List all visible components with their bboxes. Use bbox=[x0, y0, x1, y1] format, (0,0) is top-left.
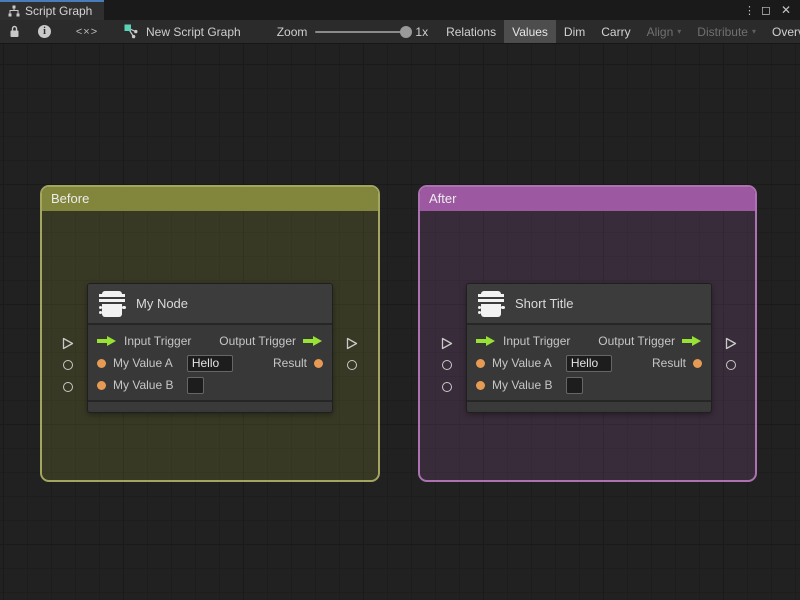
zoom-control: Zoom 1x bbox=[251, 20, 438, 43]
value-b-port-icon[interactable] bbox=[476, 380, 485, 390]
input-trigger-label: Input Trigger bbox=[124, 334, 192, 348]
group-after-header[interactable]: After bbox=[420, 187, 755, 211]
graph-name-button[interactable]: New Script Graph bbox=[114, 20, 251, 43]
input-trigger-port-icon[interactable] bbox=[97, 335, 117, 347]
external-value-b-port[interactable] bbox=[63, 382, 73, 392]
info-button[interactable]: i bbox=[29, 20, 60, 43]
zoom-slider[interactable] bbox=[315, 25, 413, 38]
values-button[interactable]: Values bbox=[504, 20, 556, 43]
result-port-icon[interactable] bbox=[693, 358, 702, 368]
port-row-triggers: Input Trigger Output Trigger bbox=[467, 330, 711, 352]
value-b-port-icon[interactable] bbox=[97, 380, 106, 390]
value-a-input[interactable] bbox=[186, 354, 233, 372]
unit-node-icon bbox=[98, 289, 126, 319]
node-header[interactable]: My Node bbox=[88, 284, 332, 325]
node-footer bbox=[88, 400, 332, 410]
value-b-input[interactable] bbox=[187, 376, 205, 394]
graph-canvas[interactable]: Before After My Node Input Trigger Outpu… bbox=[0, 44, 800, 600]
graph-name-label: New Script Graph bbox=[146, 24, 241, 39]
output-trigger-label: Output Trigger bbox=[598, 334, 675, 348]
dim-label: Dim bbox=[563, 24, 586, 39]
input-trigger-port-icon[interactable] bbox=[476, 335, 496, 347]
overview-label: Overview bbox=[772, 24, 800, 39]
node-short-title[interactable]: Short Title Input Trigger Output Trigger bbox=[441, 283, 737, 413]
result-label: Result bbox=[272, 356, 307, 370]
external-output-trigger-port[interactable] bbox=[346, 337, 358, 350]
graph-hierarchy-icon bbox=[8, 5, 20, 17]
lock-icon bbox=[9, 25, 20, 38]
value-a-label: My Value A bbox=[113, 356, 173, 370]
result-label: Result bbox=[651, 356, 686, 370]
carry-button[interactable]: Carry bbox=[593, 20, 638, 43]
output-trigger-port-icon[interactable] bbox=[682, 335, 702, 347]
group-before-header[interactable]: Before bbox=[42, 187, 378, 211]
code-view-button[interactable]: <×> bbox=[60, 20, 114, 43]
external-input-trigger-port[interactable] bbox=[62, 337, 74, 350]
graph-asset-icon bbox=[124, 24, 139, 39]
code-icon: <×> bbox=[75, 25, 99, 38]
zoom-value: 1x bbox=[415, 24, 429, 39]
output-trigger-port-icon[interactable] bbox=[303, 335, 323, 347]
distribute-button[interactable]: Distribute ▾ bbox=[689, 20, 764, 43]
unit-node-icon bbox=[477, 289, 505, 319]
value-b-label: My Value B bbox=[113, 378, 174, 392]
node-body: Input Trigger Output Trigger My Value A bbox=[88, 325, 332, 400]
maximize-icon[interactable]: ◻ bbox=[758, 3, 774, 17]
align-label: Align bbox=[646, 24, 674, 39]
value-a-label: My Value A bbox=[492, 356, 552, 370]
close-icon[interactable]: ✕ bbox=[778, 3, 794, 17]
port-row-triggers: Input Trigger Output Trigger bbox=[88, 330, 332, 352]
port-row-value-a: My Value A Result bbox=[467, 352, 711, 374]
node-title: My Node bbox=[136, 296, 189, 311]
zoom-slider-handle[interactable] bbox=[400, 25, 413, 38]
lock-button[interactable] bbox=[0, 20, 29, 43]
tab-bar: Script Graph ⋮ ◻ ✕ bbox=[0, 0, 800, 20]
external-value-a-port[interactable] bbox=[442, 360, 452, 370]
relations-button[interactable]: Relations bbox=[438, 20, 504, 43]
node-footer bbox=[467, 400, 711, 410]
external-input-trigger-port[interactable] bbox=[441, 337, 453, 350]
external-result-port[interactable] bbox=[347, 360, 357, 370]
port-row-value-b: My Value B bbox=[467, 374, 711, 396]
chevron-down-icon: ▾ bbox=[677, 27, 682, 36]
input-trigger-label: Input Trigger bbox=[503, 334, 571, 348]
port-row-value-a: My Value A Result bbox=[88, 352, 332, 374]
info-icon: i bbox=[38, 25, 51, 38]
carry-label: Carry bbox=[601, 24, 631, 39]
relations-label: Relations bbox=[446, 24, 497, 39]
external-value-a-port[interactable] bbox=[63, 360, 73, 370]
node-body: Input Trigger Output Trigger My Value A bbox=[467, 325, 711, 400]
value-b-label: My Value B bbox=[492, 378, 553, 392]
graph-toolbar: i <×> New Script Graph Zoom 1x Relations… bbox=[0, 20, 800, 44]
script-graph-window: Script Graph ⋮ ◻ ✕ i <×> New Script Grap… bbox=[0, 0, 800, 600]
value-a-port-icon[interactable] bbox=[476, 358, 485, 368]
overview-button[interactable]: Overview bbox=[764, 20, 800, 43]
window-controls: ⋮ ◻ ✕ bbox=[744, 0, 800, 20]
tab-title: Script Graph bbox=[25, 4, 93, 18]
value-b-input[interactable] bbox=[566, 376, 584, 394]
external-output-trigger-port[interactable] bbox=[725, 337, 737, 350]
output-trigger-label: Output Trigger bbox=[219, 334, 296, 348]
align-button[interactable]: Align ▾ bbox=[639, 20, 690, 43]
external-result-port[interactable] bbox=[726, 360, 736, 370]
port-row-value-b: My Value B bbox=[88, 374, 332, 396]
distribute-label: Distribute bbox=[697, 24, 748, 39]
chevron-down-icon: ▾ bbox=[751, 27, 756, 36]
value-a-port-icon[interactable] bbox=[97, 358, 106, 368]
node-my-node[interactable]: My Node Input Trigger Output Trigger My … bbox=[62, 283, 358, 413]
external-value-b-port[interactable] bbox=[442, 382, 452, 392]
values-label: Values bbox=[512, 24, 548, 39]
dim-button[interactable]: Dim bbox=[556, 20, 593, 43]
result-port-icon[interactable] bbox=[314, 358, 323, 368]
value-a-input[interactable] bbox=[565, 354, 612, 372]
zoom-label: Zoom bbox=[276, 24, 308, 39]
tab-script-graph[interactable]: Script Graph bbox=[0, 0, 105, 20]
window-menu-icon[interactable]: ⋮ bbox=[744, 4, 755, 17]
node-title: Short Title bbox=[515, 296, 574, 311]
node-header[interactable]: Short Title bbox=[467, 284, 711, 325]
